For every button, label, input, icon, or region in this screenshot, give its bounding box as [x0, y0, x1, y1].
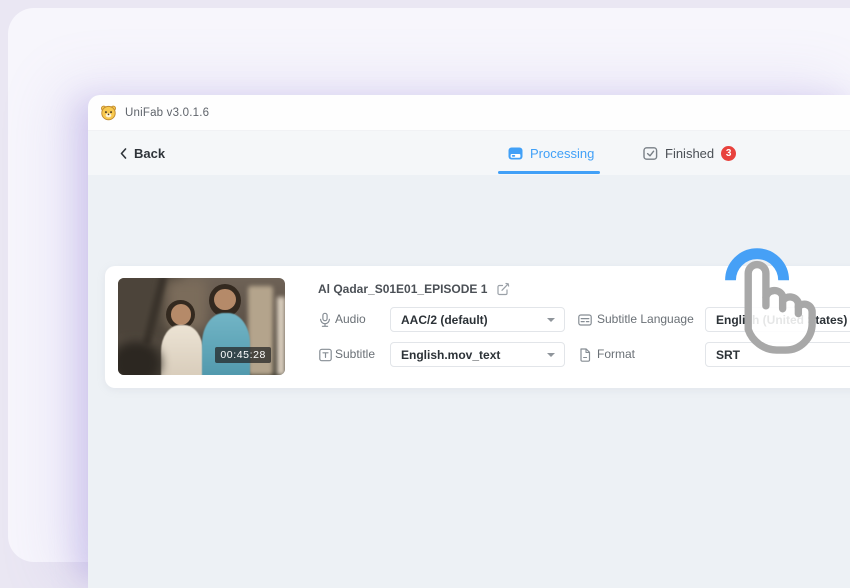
edit-title-button[interactable] [496, 282, 510, 296]
tab-finished[interactable]: Finished 3 [643, 143, 737, 163]
task-title: Al Qadar_S01E01_EPISODE 1 [318, 281, 488, 296]
audio-select-value: AAC/2 (default) [401, 312, 488, 327]
microphone-icon [319, 312, 331, 327]
format-select-value: SRT [716, 347, 740, 362]
tab-processing[interactable]: Processing [508, 143, 594, 163]
unifab-lion-logo-icon [100, 104, 117, 121]
finished-checkbox-icon [643, 146, 658, 161]
processing-icon [508, 146, 523, 161]
subtitle-label: Subtitle [335, 347, 376, 361]
task-card: 00:45:28 Al Qadar_S01E01_EPISODE 1 Audio… [105, 266, 850, 388]
audio-select[interactable]: AAC/2 (default) [390, 307, 565, 332]
navbar: Back Processing Finished 3 [88, 131, 850, 175]
subtitle-select-value: English.mov_text [401, 347, 501, 362]
subtitle-language-label: Subtitle Language [597, 312, 694, 326]
format-select[interactable]: SRT [705, 342, 850, 367]
back-button[interactable]: Back [120, 143, 165, 163]
document-icon [579, 347, 591, 362]
subtitle-select[interactable]: English.mov_text [390, 342, 565, 367]
caption-box-icon [578, 313, 592, 326]
titlebar: UniFab v3.0.1.6 [88, 95, 850, 131]
tab-finished-label: Finished [665, 145, 715, 161]
audio-label: Audio [335, 312, 366, 326]
form-row-1: Audio AAC/2 (default) Subtitle Language … [105, 307, 850, 332]
subtitle-language-value: English (United States) [716, 312, 848, 327]
active-tab-underline [498, 171, 600, 174]
app-version-text: UniFab v3.0.1.6 [125, 106, 210, 119]
chevron-down-icon [547, 317, 555, 322]
back-label: Back [134, 145, 166, 161]
subtitle-language-select[interactable]: English (United States) [705, 307, 850, 332]
chevron-left-icon [120, 147, 127, 159]
tab-processing-label: Processing [530, 145, 595, 161]
subtitle-t-icon [319, 348, 332, 361]
format-label: Format [597, 347, 636, 361]
content-area: 00:45:28 Al Qadar_S01E01_EPISODE 1 Audio… [88, 175, 850, 588]
app-window: UniFab v3.0.1.6 Back Processing Finished… [88, 95, 850, 588]
form-row-2: Subtitle English.mov_text Format SRT [105, 342, 850, 367]
task-title-row: Al Qadar_S01E01_EPISODE 1 [318, 281, 510, 296]
chevron-down-icon [547, 352, 555, 357]
finished-count-badge: 3 [721, 145, 737, 161]
